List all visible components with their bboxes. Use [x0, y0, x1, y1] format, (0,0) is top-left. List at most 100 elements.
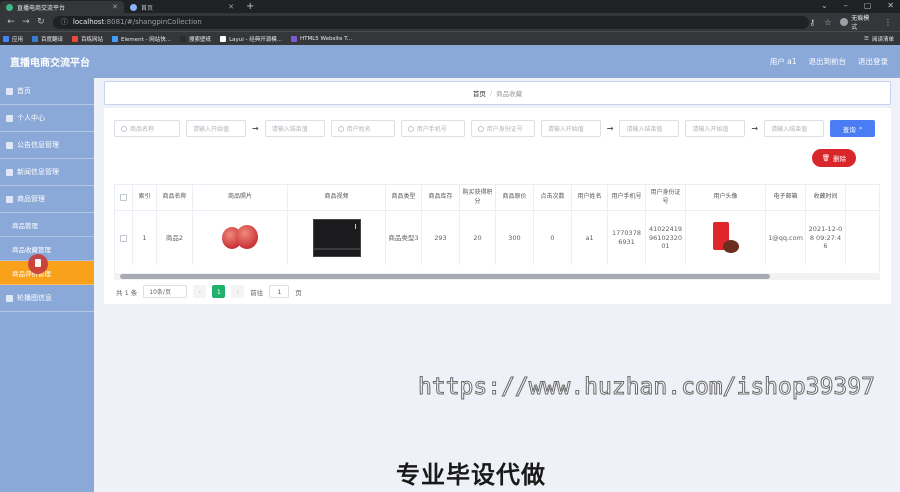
logout-link[interactable]: 退出登录 [858, 56, 888, 67]
video-player[interactable] [312, 219, 361, 257]
cell-phone: 17703786931 [608, 211, 646, 265]
prev-page-button[interactable]: ‹ [193, 285, 207, 298]
bookmark-apps[interactable]: 应用 [3, 35, 23, 43]
header-checkbox[interactable] [115, 185, 133, 210]
exit-to-front-link[interactable]: 退出到前台 [809, 56, 847, 67]
range-arrow-icon: → [606, 124, 614, 133]
search-icon [121, 125, 127, 132]
url-path: :8081/#/shangpinCollection [104, 18, 202, 26]
table-header: 索引 商品名称 商品照片 商品视频 商品类型 商品库存 购买获得积分 商品原价 … [115, 185, 879, 211]
search-icon [407, 125, 414, 132]
bookmark-item[interactable]: 百度翻译 [32, 35, 63, 43]
row-checkbox[interactable] [115, 211, 133, 265]
sidebar-item-carousel[interactable]: 轮播图信息 [0, 285, 94, 312]
sidebar-subitem-goods[interactable]: 商品管理 [0, 213, 94, 237]
close-window-icon[interactable]: ✕ [887, 1, 894, 10]
cell-photo [193, 211, 288, 265]
notice-icon [6, 141, 13, 149]
trash-icon: 🗑 [821, 154, 831, 162]
next-page-button[interactable]: › [231, 285, 245, 298]
sidebar-item-news[interactable]: 新闻信息管理 [0, 159, 94, 186]
window-controls: ⌄ – ▢ ✕ [821, 1, 894, 10]
user-avatar-image[interactable] [709, 218, 743, 258]
menu-icon[interactable]: ⋮ [884, 18, 892, 27]
globe-icon [130, 3, 137, 11]
col-header: 索引 [133, 185, 157, 210]
back-icon[interactable]: ← [7, 17, 15, 27]
col-header: 商品视频 [288, 185, 386, 210]
bookmark-item[interactable]: 搜索壁纸 [180, 35, 211, 43]
bookmark-item[interactable]: HTML5 Website T... [291, 35, 352, 42]
range-end-input[interactable]: 请输入结束值 [619, 120, 680, 137]
forward-icon[interactable]: → [22, 17, 30, 27]
breadcrumb-home[interactable]: 首页 [473, 88, 486, 98]
range-end-input[interactable]: 请输入结束值 [764, 120, 825, 137]
page-unit-label: 页 [295, 288, 302, 297]
col-header: 商品原价 [496, 185, 534, 210]
bookmark-item[interactable]: 百练网站 [72, 35, 103, 43]
username-input[interactable]: 用户姓名 [330, 120, 395, 137]
sidebar-item-profile[interactable]: 个人中心 [0, 105, 94, 132]
range-end-input[interactable]: 请输入结束值 [264, 120, 325, 137]
url-host: localhost [72, 18, 105, 26]
info-icon[interactable]: ⓘ [61, 17, 68, 27]
sidebar-item-home[interactable]: 首页 [0, 78, 94, 105]
key-icon[interactable]: ⚷ [809, 18, 815, 27]
goods-name-input[interactable]: 商品名称 [114, 120, 180, 137]
tab-title: 直播电商交流平台 [17, 4, 66, 12]
page-size-select[interactable]: 10条/页 [143, 285, 188, 298]
total-count: 共 1 条 [116, 288, 138, 297]
close-tab-icon[interactable]: ✕ [112, 3, 118, 11]
translate-icon [32, 35, 39, 42]
address-bar[interactable]: ⓘ localhost :8081/#/shangpinCollection [52, 15, 810, 29]
range-start-input[interactable]: 请输入开始值 [186, 120, 246, 137]
maximize-icon[interactable]: ▢ [864, 1, 872, 10]
star-icon[interactable]: ☆ [824, 18, 831, 27]
page-number-current[interactable]: 1 [212, 285, 226, 298]
sidebar-subitem-collection[interactable]: 商品收藏管理 [0, 237, 94, 261]
bookmark-item[interactable]: Element - 网站快... [112, 35, 171, 43]
bookmark-item[interactable]: Layui - 经典开源模... [220, 35, 282, 43]
range-start-input[interactable]: 请输入开始值 [540, 120, 601, 137]
cell-email: 1@qq.com [766, 211, 806, 265]
minimize-icon[interactable]: – [844, 1, 848, 10]
layui-icon [220, 35, 227, 42]
idcard-input[interactable]: 用户身份证号 [470, 120, 535, 137]
profile-label: 无痕模式 [851, 15, 870, 31]
query-button[interactable]: 查询 ⌕ [830, 120, 876, 137]
col-header: 用户手机号 [608, 185, 646, 210]
tab-title: 首页 [141, 4, 154, 12]
new-tab-button[interactable]: + [246, 1, 254, 13]
cell-idcard: 410224199610232001 [646, 211, 686, 265]
search-icon [477, 125, 484, 132]
cell-price: 300 [496, 211, 534, 265]
table-row[interactable]: 1 商品2 商品类型3 293 20 300 0 a1 17703786931 [115, 211, 879, 265]
chevron-down-icon[interactable]: ⌄ [821, 1, 828, 10]
incognito-profile[interactable]: 无痕模式 [840, 13, 875, 31]
sidebar-item-notice[interactable]: 公告信息管理 [0, 132, 94, 159]
apps-icon [3, 35, 9, 42]
current-user[interactable]: 用户 a1 [770, 56, 797, 67]
apple-product-image[interactable] [222, 221, 258, 255]
incognito-icon [840, 18, 849, 26]
delete-button[interactable]: 🗑 删除 [812, 149, 856, 167]
breadcrumb: 首页 / 商品收藏 [104, 81, 891, 105]
browser-toolbar: ← → ↻ ⓘ localhost :8081/#/shangpinCollec… [0, 13, 900, 31]
range-arrow-icon: → [252, 124, 259, 133]
close-tab-icon[interactable]: ✕ [228, 3, 234, 11]
browser-tab[interactable]: 首页 ✕ [124, 1, 240, 13]
reading-list[interactable]: ☰ 阅读清单 [864, 35, 894, 43]
range-start-input[interactable]: 请输入开始值 [685, 120, 746, 137]
scrollbar-thumb[interactable] [120, 274, 770, 279]
range-arrow-icon: → [751, 124, 759, 133]
horizontal-scrollbar[interactable] [114, 273, 880, 280]
sidebar: 首页 个人中心 公告信息管理 新闻信息管理 商品管理 商品管理 商品收藏管理 商… [0, 78, 94, 492]
phone-input[interactable]: 用户手机号 [400, 120, 465, 137]
goto-page-input[interactable]: 1 [269, 285, 290, 298]
overlay-caption: 专业毕设代做 [396, 461, 546, 489]
sidebar-item-goods[interactable]: 商品管理 [0, 186, 94, 213]
carousel-icon [6, 294, 13, 302]
home-icon [6, 87, 13, 95]
browser-tab-active[interactable]: 直播电商交流平台 ✕ [0, 1, 124, 13]
reload-icon[interactable]: ↻ [37, 17, 45, 27]
